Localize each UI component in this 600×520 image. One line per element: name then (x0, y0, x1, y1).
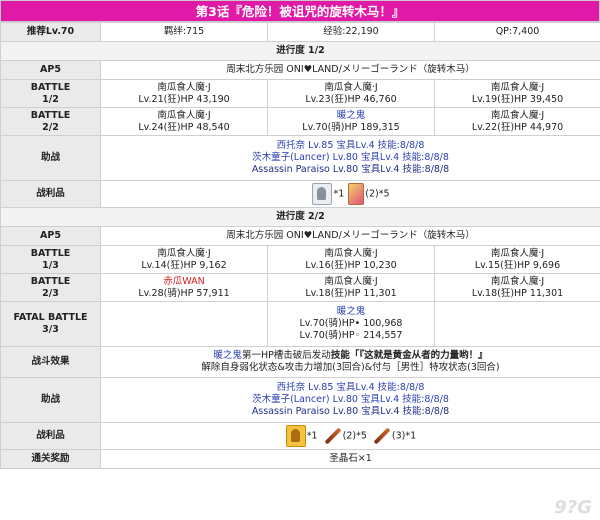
enemy-cell: 暖之鬼 Lv.70(骑)HP 189,315 (267, 107, 435, 136)
reward-row: 通关奖励 圣晶石×1 (0, 449, 600, 469)
battle-label: BATTLE 2/3 (0, 273, 101, 302)
fatal-battle-row: FATAL BATTLE 3/3 暖之鬼 Lv.70(骑)HP• 100,968 … (0, 301, 600, 347)
enemy-cell: 南瓜食人魔·J Lv.19(狂)HP 39,450 (434, 79, 600, 108)
support-link[interactable]: 西托奈 Lv.85 宝具Lv.4 技能:8/8/8 (277, 140, 425, 151)
effect-text: 暖之鬼第一HP槽击破后发动技能「『这就是黄金从者的力量哟！』 解除自身弱化状态&… (100, 346, 600, 378)
ap-label: AP5 (0, 226, 101, 246)
battle-row: BATTLE 1/2 南瓜食人魔·J Lv.21(狂)HP 43,190 南瓜食人魔… (0, 79, 600, 108)
enemy-cell: 南瓜食人魔·J Lv.24(狂)HP 48,540 (100, 107, 268, 136)
support-label: 助战 (0, 135, 101, 181)
enemy-cell: 赤瓜WAN Lv.28(骑)HP 57,911 (100, 273, 268, 302)
battle-label: BATTLE 1/2 (0, 79, 101, 108)
enemy-cell: 南瓜食人魔·J Lv.14(狂)HP 9,162 (100, 245, 268, 274)
enemy-cell: 南瓜食人魔·J Lv.16(狂)HP 10,230 (267, 245, 435, 274)
drops-row: 战利品 *1 (2)*5 (3)*1 (0, 422, 600, 450)
skull-ghost-icon[interactable] (312, 183, 333, 205)
support-link[interactable]: Assassin Paraiso Lv.80 宝具Lv.4 技能:8/8/8 (252, 164, 449, 175)
bond-value: 羁绊:715 (100, 22, 268, 42)
reward-label: 通关奖励 (0, 449, 101, 469)
support-list: 西托奈 Lv.85 宝具Lv.4 技能:8/8/8 茨木童子(Lancer) L… (100, 377, 600, 423)
fatal-battle-label: FATAL BATTLE 3/3 (0, 301, 101, 347)
effect-row: 战斗效果 暖之鬼第一HP槽击破后发动技能「『这就是黄金从者的力量哟！』 解除自身… (0, 346, 600, 378)
enemy-cell: 南瓜食人魔·J Lv.21(狂)HP 43,190 (100, 79, 268, 108)
enemy-cell: 南瓜食人魔·J Lv.18(狂)HP 11,301 (434, 273, 600, 302)
enemy-cell: 南瓜食人魔·J Lv.23(狂)HP 46,760 (267, 79, 435, 108)
boss-link[interactable]: 暖之鬼 (337, 306, 366, 317)
drops-row: 战利品 *1 (2)*5 (0, 180, 600, 208)
support-link[interactable]: 茨木童子(Lancer) Lv.80 宝具Lv.4 技能:8/8/8 (252, 394, 449, 405)
drops-label: 战利品 (0, 422, 101, 450)
progress-header-1: 进行度 1/2 (0, 41, 600, 61)
support-link[interactable]: 西托奈 Lv.85 宝具Lv.4 技能:8/8/8 (277, 382, 425, 393)
location-text: 周末北方乐园 ONI♥LAND/メリーゴーランド（旋转木马） (100, 226, 600, 246)
quest-table: 推荐Lv.70 羁绊:715 经验:22,190 QP:7,400 进行度 1/… (0, 22, 600, 469)
stick-icon[interactable] (322, 426, 342, 446)
ap-row: AP5 周末北方乐园 ONI♥LAND/メリーゴーランド（旋转木马） (0, 60, 600, 80)
recommend-level: 推荐Lv.70 (0, 22, 101, 42)
enemy-cell: 南瓜食人魔·J Lv.18(狂)HP 11,301 (267, 273, 435, 302)
gold-ghost-icon[interactable] (285, 425, 306, 447)
exp-value: 经验:22,190 (267, 22, 435, 42)
progress-header-2: 进行度 2/2 (0, 207, 600, 227)
ap-row: AP5 周末北方乐园 ONI♥LAND/メリーゴーランド（旋转木马） (0, 226, 600, 246)
page-title: 第3话『危险！被诅咒的旋转木马！』 (0, 0, 600, 22)
card-icon[interactable] (348, 183, 365, 205)
enemy-cell: 南瓜食人魔·J Lv.15(狂)HP 9,696 (434, 245, 600, 274)
header-row: 推荐Lv.70 羁绊:715 经验:22,190 QP:7,400 (0, 22, 600, 42)
battle-row: BATTLE 2/2 南瓜食人魔·J Lv.24(狂)HP 48,540 暖之鬼 Lv… (0, 107, 600, 136)
drops-cell: *1 (2)*5 (3)*1 (100, 422, 600, 450)
support-label: 助战 (0, 377, 101, 423)
enemy-link[interactable]: 赤瓜WAN (163, 276, 204, 287)
battle-label: BATTLE 2/2 (0, 107, 101, 136)
reward-value: 圣晶石×1 (100, 449, 600, 469)
qp-value: QP:7,400 (434, 22, 600, 42)
stick-icon[interactable] (371, 426, 391, 446)
effect-boss-link[interactable]: 暖之鬼 (213, 350, 242, 361)
drops-cell: *1 (2)*5 (100, 180, 600, 208)
support-row: 助战 西托奈 Lv.85 宝具Lv.4 技能:8/8/8 茨木童子(Lancer… (0, 377, 600, 423)
battle-row: BATTLE 2/3 赤瓜WAN Lv.28(骑)HP 57,911 南瓜食人魔·J… (0, 273, 600, 302)
watermark: 9?G (554, 497, 592, 518)
support-list: 西托奈 Lv.85 宝具Lv.4 技能:8/8/8 茨木童子(Lancer) L… (100, 135, 600, 181)
support-row: 助战 西托奈 Lv.85 宝具Lv.4 技能:8/8/8 茨木童子(Lancer… (0, 135, 600, 181)
support-link[interactable]: Assassin Paraiso Lv.80 宝具Lv.4 技能:8/8/8 (252, 406, 449, 417)
enemy-link[interactable]: 暖之鬼 (337, 110, 366, 121)
effect-label: 战斗效果 (0, 346, 101, 378)
boss-cell: 暖之鬼 Lv.70(骑)HP• 100,968 Lv.70(骑)HP◦ 214,… (267, 301, 435, 347)
ap-label: AP5 (0, 60, 101, 80)
support-link[interactable]: 茨木童子(Lancer) Lv.80 宝具Lv.4 技能:8/8/8 (252, 152, 449, 163)
drops-label: 战利品 (0, 180, 101, 208)
enemy-cell: 南瓜食人魔·J Lv.22(狂)HP 44,970 (434, 107, 600, 136)
battle-label: BATTLE 1/3 (0, 245, 101, 274)
battle-row: BATTLE 1/3 南瓜食人魔·J Lv.14(狂)HP 9,162 南瓜食人魔·… (0, 245, 600, 274)
location-text: 周末北方乐园 ONI♥LAND/メリーゴーランド（旋转木马） (100, 60, 600, 80)
